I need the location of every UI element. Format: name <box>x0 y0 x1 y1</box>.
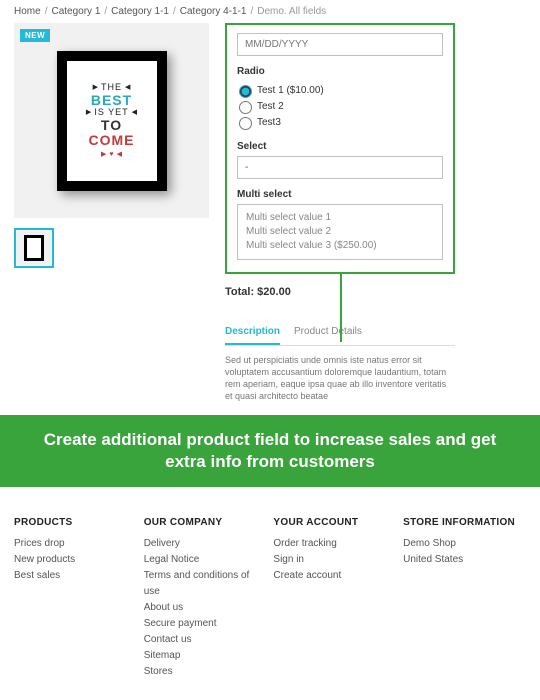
footer-link[interactable]: Delivery <box>144 536 267 552</box>
multiselect-input[interactable]: Multi select value 1 Multi select value … <box>237 204 443 260</box>
breadcrumb: Home/ Category 1/ Category 1-1/ Category… <box>0 0 540 23</box>
footer: PRODUCTS Prices drop New products Best s… <box>0 487 540 700</box>
radio-option[interactable]: Test 1 ($10.00) <box>239 83 443 99</box>
radio-input[interactable] <box>239 85 252 98</box>
footer-link[interactable]: Stores <box>144 664 267 680</box>
multiselect-option[interactable]: Multi select value 3 ($250.00) <box>246 239 434 253</box>
tab-product-details[interactable]: Product Details <box>294 320 362 345</box>
select-label: Select <box>237 141 443 152</box>
footer-link[interactable]: Sign in <box>273 552 396 568</box>
store-country: United States <box>403 552 526 568</box>
product-thumbnail[interactable] <box>14 228 54 268</box>
select-input[interactable]: - <box>237 156 443 179</box>
breadcrumb-sep: / <box>45 6 48 17</box>
tab-description[interactable]: Description <box>225 320 280 345</box>
footer-link[interactable]: Order tracking <box>273 536 396 552</box>
breadcrumb-sep: / <box>104 6 107 17</box>
radio-input[interactable] <box>239 101 252 114</box>
radio-option[interactable]: Test3 <box>239 115 443 131</box>
breadcrumb-current: Demo. All fields <box>257 6 326 17</box>
multiselect-label: Multi select <box>237 189 443 200</box>
multiselect-option[interactable]: Multi select value 1 <box>246 211 434 225</box>
breadcrumb-item[interactable]: Category 4-1-1 <box>180 6 247 17</box>
new-badge: NEW <box>20 29 50 42</box>
radio-option[interactable]: Test 2 <box>239 99 443 115</box>
date-input[interactable] <box>237 33 443 56</box>
footer-link[interactable]: Best sales <box>14 568 137 584</box>
footer-heading: YOUR ACCOUNT <box>273 517 396 528</box>
footer-link[interactable]: Legal Notice <box>144 552 267 568</box>
extra-fields-panel: Radio Test 1 ($10.00) Test 2 Test3 Selec… <box>225 23 455 274</box>
footer-heading: OUR COMPANY <box>144 517 267 528</box>
radio-label: Radio <box>237 66 443 77</box>
footer-link[interactable]: Create account <box>273 568 396 584</box>
promo-banner: Create additional product field to incre… <box>0 415 540 487</box>
product-gallery: NEW ▶THE◀ BEST ▶IS YET◀ TO COME ▶♥◀ <box>14 23 209 403</box>
breadcrumb-item[interactable]: Home <box>14 6 41 17</box>
description-text: Sed ut perspiciatis unde omnis iste natu… <box>225 354 455 403</box>
breadcrumb-sep: / <box>173 6 176 17</box>
footer-link[interactable]: Prices drop <box>14 536 137 552</box>
footer-link[interactable]: Secure payment <box>144 616 267 632</box>
footer-link[interactable]: Sitemap <box>144 648 267 664</box>
footer-heading: STORE INFORMATION <box>403 517 526 528</box>
footer-link[interactable]: Contact us <box>144 632 267 648</box>
footer-link[interactable]: New products <box>14 552 137 568</box>
radio-input[interactable] <box>239 117 252 130</box>
footer-link[interactable]: Terms and conditions of use <box>144 568 267 600</box>
multiselect-option[interactable]: Multi select value 2 <box>246 225 434 239</box>
footer-link[interactable]: About us <box>144 600 267 616</box>
breadcrumb-item[interactable]: Category 1-1 <box>111 6 169 17</box>
store-name: Demo Shop <box>403 536 526 552</box>
breadcrumb-item[interactable]: Category 1 <box>51 6 100 17</box>
poster-frame: ▶THE◀ BEST ▶IS YET◀ TO COME ▶♥◀ <box>57 51 167 191</box>
product-main-image[interactable]: NEW ▶THE◀ BEST ▶IS YET◀ TO COME ▶♥◀ <box>14 23 209 218</box>
breadcrumb-sep: / <box>250 6 253 17</box>
footer-heading: PRODUCTS <box>14 517 137 528</box>
